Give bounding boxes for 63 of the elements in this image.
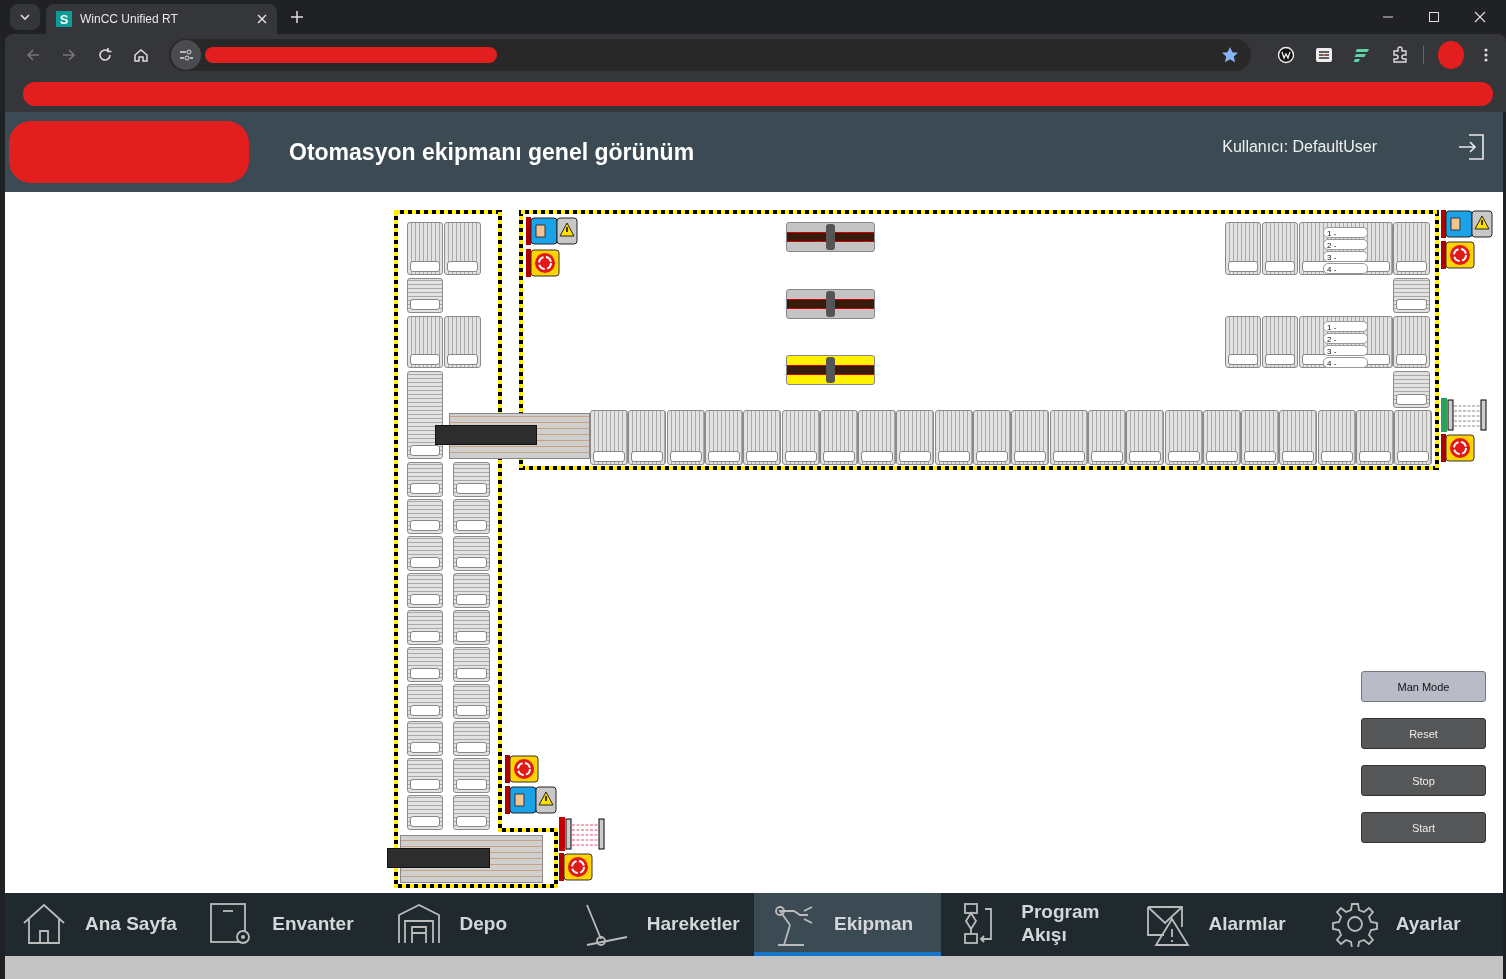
home-icon[interactable] bbox=[133, 47, 149, 63]
slot-label: 4 - bbox=[1323, 263, 1368, 274]
user-label: Kullanıcı: DefaultUser bbox=[1222, 138, 1377, 156]
manual-mode-icon[interactable] bbox=[1441, 210, 1493, 238]
emergency-stop-icon[interactable] bbox=[1441, 434, 1475, 462]
light-curtain-icon[interactable] bbox=[1441, 398, 1487, 432]
station[interactable] bbox=[786, 355, 875, 385]
control-button[interactable]: Reset bbox=[1361, 718, 1486, 749]
star-icon[interactable] bbox=[1221, 46, 1239, 64]
favicon: S bbox=[56, 11, 72, 27]
tab-list-button[interactable] bbox=[10, 4, 40, 30]
forward-arrow-icon[interactable] bbox=[61, 47, 77, 63]
puzzle-icon[interactable] bbox=[1391, 46, 1409, 64]
address-bar[interactable] bbox=[169, 39, 1251, 71]
reload-icon[interactable] bbox=[97, 47, 113, 63]
page-title: Otomasyon ekipmanı genel görünüm bbox=[289, 138, 695, 166]
control-button[interactable]: Stop bbox=[1361, 765, 1486, 796]
control-button[interactable]: Man Mode bbox=[1361, 671, 1486, 702]
nav-item[interactable]: Envanter bbox=[192, 893, 380, 956]
station[interactable] bbox=[786, 222, 875, 252]
nav-item[interactable]: Hareketler bbox=[566, 893, 754, 956]
nav-item[interactable]: Depo bbox=[379, 893, 567, 956]
manual-mode-icon[interactable] bbox=[526, 217, 578, 245]
extension-icon[interactable] bbox=[1315, 46, 1333, 64]
slot-label: 3 - bbox=[1323, 345, 1368, 356]
slot-label: 3 - bbox=[1323, 251, 1368, 262]
settings-icon bbox=[1331, 901, 1378, 947]
close-icon[interactable] bbox=[257, 14, 267, 24]
emergency-stop-icon[interactable] bbox=[1441, 241, 1475, 269]
nav-item[interactable]: Program Akışı bbox=[941, 893, 1129, 956]
tab-title: WinCC Unified RT bbox=[80, 12, 179, 26]
station[interactable] bbox=[786, 289, 875, 319]
slot-label: 2 - bbox=[1323, 333, 1368, 344]
slot-label: 1 - bbox=[1323, 227, 1368, 238]
nav-item[interactable]: Alarmlar bbox=[1128, 893, 1316, 956]
slot-label: 4 - bbox=[1323, 357, 1368, 368]
browser-tab[interactable]: S WinCC Unified RT bbox=[46, 4, 277, 34]
manual-mode-icon[interactable] bbox=[505, 786, 557, 814]
extension-icon[interactable] bbox=[1277, 46, 1295, 64]
nav-item[interactable]: Ayarlar bbox=[1315, 893, 1503, 956]
new-tab-icon[interactable] bbox=[291, 11, 303, 23]
maximize-icon[interactable] bbox=[1428, 11, 1440, 23]
conveyor-module[interactable] bbox=[407, 371, 443, 459]
logout-icon[interactable] bbox=[1457, 134, 1485, 160]
emergency-stop-icon[interactable] bbox=[526, 249, 560, 277]
transfer-unit[interactable] bbox=[387, 835, 543, 883]
close-icon[interactable] bbox=[1474, 11, 1486, 23]
menu-icon[interactable] bbox=[1484, 47, 1488, 63]
extension-icon[interactable] bbox=[1353, 46, 1371, 64]
slot-label: 2 - bbox=[1323, 239, 1368, 250]
slot-label: 1 - bbox=[1323, 321, 1368, 332]
site-settings-icon[interactable] bbox=[171, 40, 201, 70]
light-curtain-icon[interactable] bbox=[559, 817, 605, 851]
control-button[interactable]: Start bbox=[1361, 812, 1486, 843]
emergency-stop-icon[interactable] bbox=[505, 755, 539, 783]
nav-item[interactable]: Ana Sayfa bbox=[5, 893, 193, 956]
chevron-down-icon bbox=[19, 11, 31, 23]
transfer-unit[interactable] bbox=[435, 413, 590, 459]
nav-item[interactable]: Ekipman bbox=[754, 893, 942, 956]
back-arrow-icon[interactable] bbox=[25, 47, 41, 63]
profile-avatar[interactable] bbox=[1438, 41, 1464, 69]
emergency-stop-icon[interactable] bbox=[559, 853, 593, 881]
home-icon bbox=[21, 901, 67, 947]
